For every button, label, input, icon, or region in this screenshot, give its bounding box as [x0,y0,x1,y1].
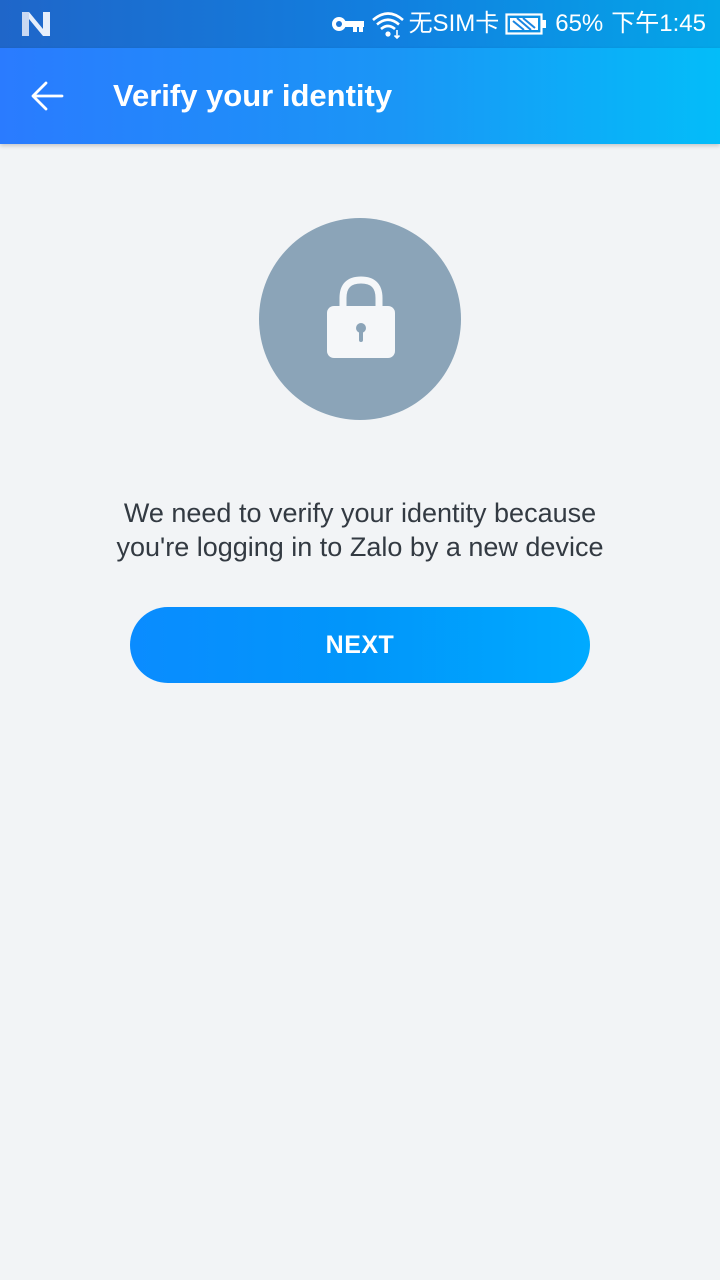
n-notification-icon [20,10,52,38]
back-button[interactable] [24,72,72,120]
lock-icon [327,276,395,358]
battery-icon [505,13,547,35]
message-line-2: you're logging in to Zalo by a new devic… [116,532,604,562]
page-title: Verify your identity [113,78,393,113]
app-bar: Verify your identity [0,48,720,144]
lock-illustration [259,218,461,420]
verification-message: We need to verify your identity because … [60,496,660,564]
next-button[interactable]: NEXT [130,607,590,683]
back-arrow-icon [31,81,64,111]
sim-status: 无SIM卡 [408,10,500,37]
wifi-icon [371,12,404,39]
status-icons: 无SIM卡 65% 下午1:45 [331,0,706,48]
status-bar: 无SIM卡 65% 下午1:45 [0,0,720,48]
message-line-1: We need to verify your identity because [123,498,597,528]
clock: 下午1:45 [611,10,706,37]
key-icon [331,17,364,32]
battery-percent: 65% [555,10,604,37]
